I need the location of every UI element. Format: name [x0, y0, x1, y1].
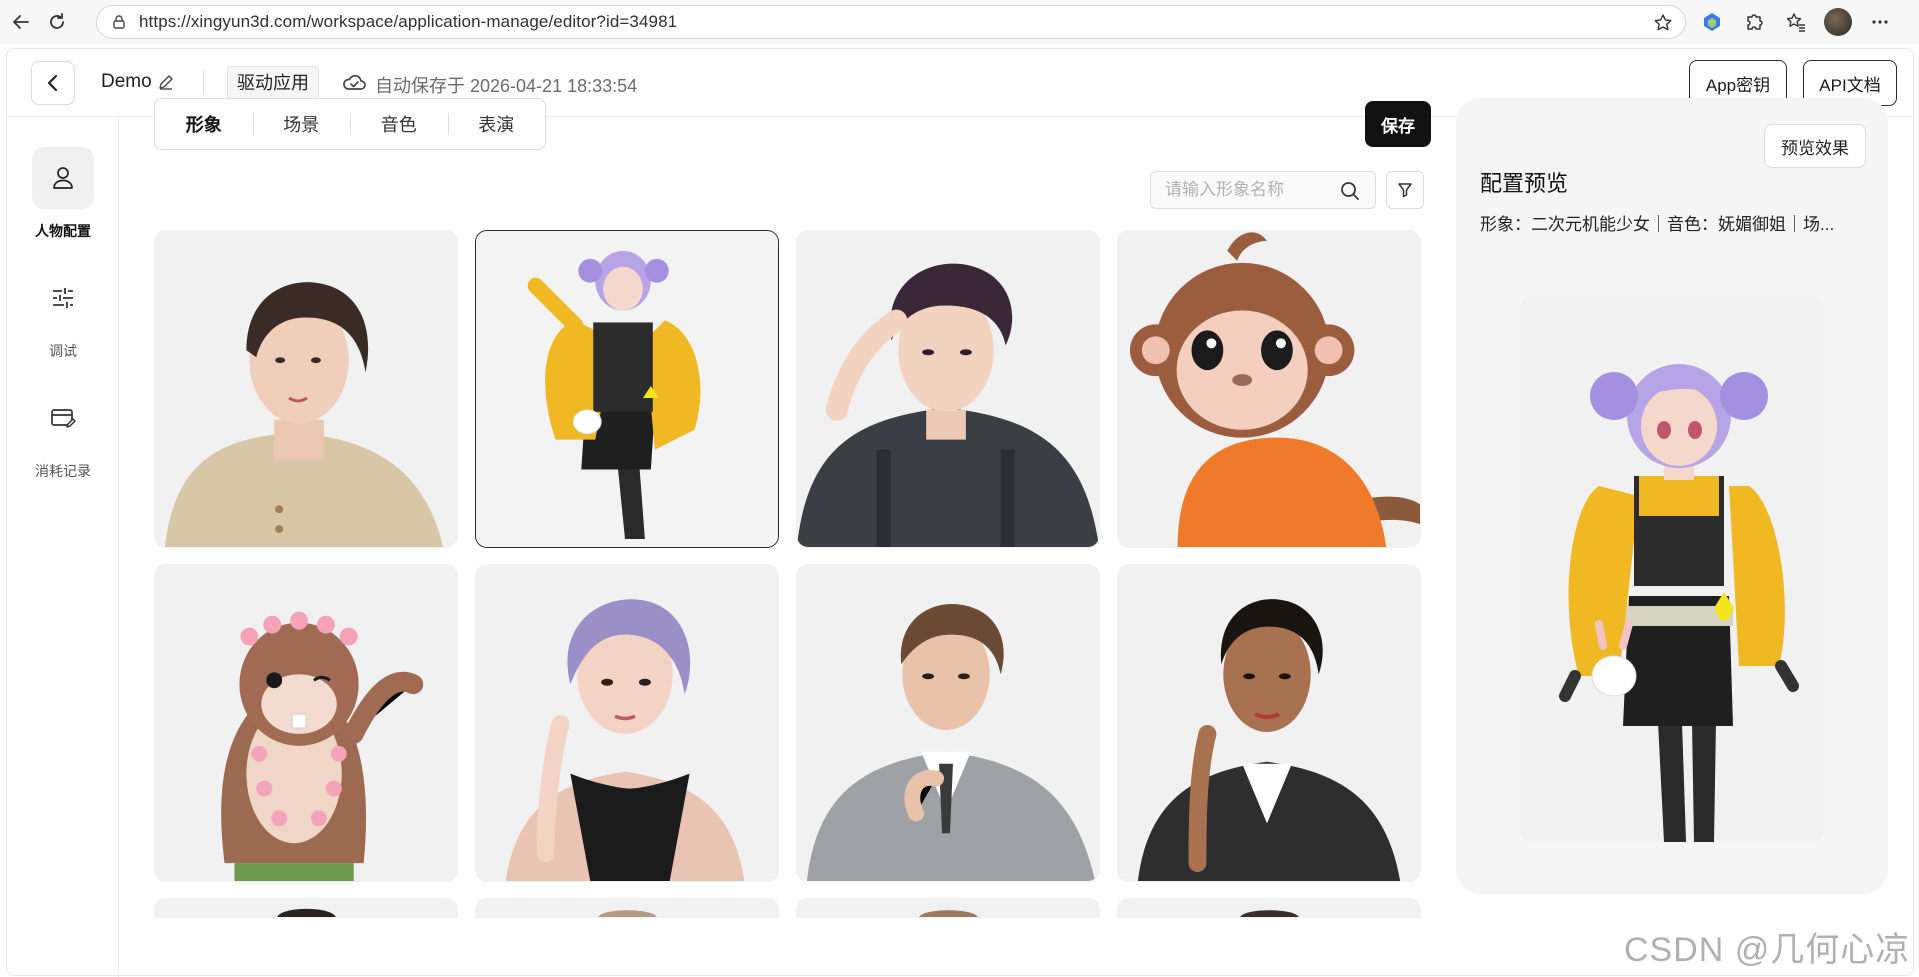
tab-performance[interactable]: 表演: [447, 111, 546, 137]
favorite-star-icon[interactable]: [1653, 13, 1673, 33]
extension-icon[interactable]: [1698, 8, 1726, 36]
search-icon[interactable]: [1339, 180, 1361, 202]
avatar-card[interactable]: [475, 898, 779, 918]
filter-button[interactable]: [1386, 171, 1424, 209]
avatar-cartoon-monkey: [1118, 231, 1420, 547]
avatar-partial: [1132, 899, 1406, 917]
cloud-sync-icon: [343, 74, 366, 90]
avatar-card[interactable]: [1117, 564, 1421, 882]
avatar-card[interactable]: [1117, 898, 1421, 918]
avatar-search: [1150, 171, 1376, 209]
browser-extensions: [1698, 8, 1894, 36]
sidebar-icon-wrap: [32, 387, 94, 449]
preview-title: 配置预览: [1480, 171, 1569, 196]
sidebar-item-debug[interactable]: 调试: [7, 267, 119, 361]
save-button[interactable]: 保存: [1365, 101, 1431, 147]
back-arrow-icon[interactable]: [4, 5, 38, 39]
sidebar-item-usage-records[interactable]: 消耗记录: [7, 387, 119, 481]
avatar-cartoon-beaver: [155, 565, 457, 881]
profile-avatar[interactable]: [1824, 8, 1852, 36]
preview-effect-button[interactable]: 预览效果: [1764, 124, 1866, 168]
back-button[interactable]: [31, 61, 75, 105]
avatar-woman-leather-jacket: [1118, 565, 1420, 881]
edit-pencil-icon[interactable]: [157, 73, 175, 91]
avatar-partial: [490, 899, 764, 917]
sidebar-icon-wrap: [32, 147, 94, 209]
config-tabs: 形象 场景 音色 表演: [154, 98, 546, 150]
sidebar-label: 调试: [49, 343, 77, 359]
app-name: Demo: [101, 71, 152, 92]
avatar-card[interactable]: [796, 564, 1100, 882]
site-info-icon[interactable]: [111, 14, 127, 30]
sidebar-icon-wrap: [32, 267, 94, 329]
avatar-card[interactable]: [1117, 230, 1421, 548]
url-text[interactable]: https://xingyun3d.com/workspace/applicat…: [139, 12, 677, 32]
app-type-tag: 驱动应用: [227, 66, 319, 100]
left-sidebar: 人物配置 调试 消耗记录: [7, 117, 119, 977]
config-preview-panel: 预览效果 配置预览 形象：二次元机能少女｜音色：妩媚御姐｜场...: [1456, 98, 1888, 894]
preview-description: 形象：二次元机能少女｜音色：妩媚御姐｜场...: [1480, 215, 1835, 234]
watermark: CSDN @几何心凉: [1624, 931, 1911, 969]
avatar-man-grey-suit: [797, 565, 1099, 881]
avatar-partial: [811, 899, 1085, 917]
avatar-curly-hair-man: [797, 231, 1099, 547]
browser-toolbar: https://xingyun3d.com/workspace/applicat…: [0, 0, 1919, 44]
tab-voice[interactable]: 音色: [350, 111, 448, 137]
avatar-card[interactable]: [475, 230, 779, 548]
autosave-status: 自动保存于 2026-04-21 18:33:54: [375, 76, 638, 96]
sidebar-label: 消耗记录: [35, 463, 91, 479]
address-bar[interactable]: https://xingyun3d.com/workspace/applicat…: [96, 5, 1686, 39]
preview-character-anime-girl: [1519, 296, 1825, 842]
sidebar-label: 人物配置: [35, 223, 91, 239]
filter-icon: [1398, 183, 1412, 198]
puzzle-icon[interactable]: [1740, 8, 1768, 36]
avatar-anime-girl: [476, 231, 778, 547]
collections-icon[interactable]: [1782, 8, 1810, 36]
sidebar-item-character-config[interactable]: 人物配置: [7, 147, 119, 241]
avatar-card[interactable]: [796, 898, 1100, 918]
avatar-purple-bob-woman: [476, 565, 778, 881]
header-divider: [203, 71, 204, 95]
reload-icon[interactable]: [40, 5, 74, 39]
avatar-partial: [169, 899, 443, 917]
avatar-card[interactable]: [154, 898, 458, 918]
avatar-card[interactable]: [475, 564, 779, 882]
search-input[interactable]: [1165, 180, 1335, 200]
sliders-icon: [53, 288, 73, 308]
avatar-card[interactable]: [154, 564, 458, 882]
avatar-card[interactable]: [796, 230, 1100, 548]
avatar-card[interactable]: [154, 230, 458, 548]
tab-avatar[interactable]: 形象: [155, 111, 253, 137]
avatar-short-hair-woman: [155, 231, 457, 547]
person-icon: [53, 167, 73, 189]
preview-stage: [1519, 296, 1825, 842]
more-icon[interactable]: [1866, 8, 1894, 36]
card-edit-icon: [51, 409, 76, 428]
tab-scene[interactable]: 场景: [252, 111, 351, 137]
chevron-left-icon: [47, 74, 58, 92]
